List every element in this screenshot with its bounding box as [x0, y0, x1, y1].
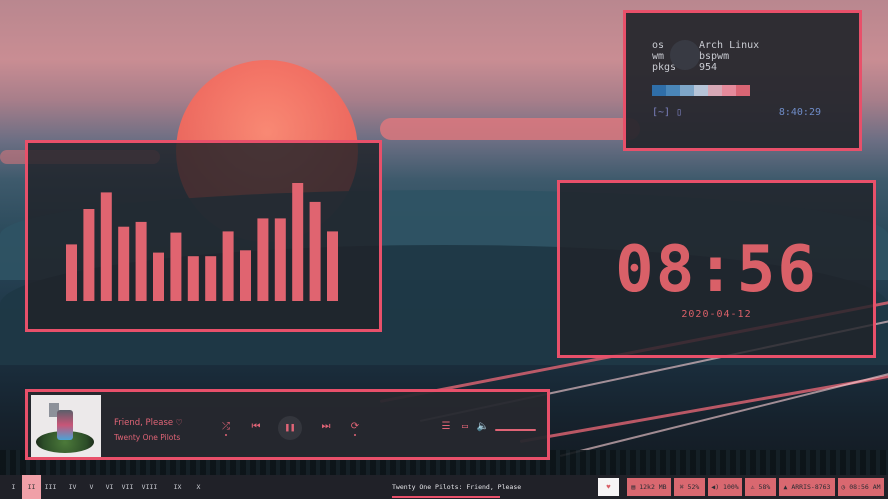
workspace-iii[interactable]: III — [41, 475, 60, 499]
workspace-iv[interactable]: IV — [63, 475, 82, 499]
cloud — [380, 118, 640, 140]
sysinfo-value: bspwm — [699, 51, 730, 62]
window-title-underline — [392, 496, 500, 498]
sysinfo-row: wm bspwm — [652, 51, 759, 62]
status-bar: I II III IV V VI VII VIII IX X Twenty One Pilots:… — [0, 475, 888, 499]
workspace-i[interactable]: I — [4, 475, 23, 499]
visualizer-bar — [135, 221, 147, 301]
sysinfo-value: 954 — [699, 62, 718, 73]
visualizer-bar — [100, 192, 112, 301]
palette-swatch — [736, 85, 750, 96]
visualizer-bar — [274, 218, 286, 301]
workspace-ii[interactable]: II — [22, 475, 41, 499]
workspace-v[interactable]: V — [82, 475, 101, 499]
light-trail — [519, 374, 888, 443]
status-module[interactable]: ⚠ 58% — [745, 478, 776, 496]
palette-swatch — [666, 85, 680, 96]
status-module[interactable]: ⌘ 52% — [674, 478, 705, 496]
visualizer-bar — [83, 209, 95, 301]
status-module[interactable]: ▤ 12k2 MB — [627, 478, 671, 496]
distro-logo — [670, 40, 700, 70]
palette-swatch — [680, 85, 694, 96]
album-art[interactable] — [31, 395, 101, 457]
visualizer-bar — [118, 226, 130, 301]
pause-button[interactable]: ❚❚ — [278, 416, 302, 440]
status-module[interactable]: ▲ ARRIS-8763 — [779, 478, 835, 496]
queue-button[interactable]: ☰ — [438, 421, 454, 432]
sysinfo-value: Arch Linux — [699, 40, 760, 51]
pause-icon: ❚❚ — [284, 423, 296, 433]
visualizer-bar — [327, 231, 338, 301]
repeat-icon: ⟳ — [350, 421, 360, 432]
next-button[interactable]: ⏭ — [318, 421, 334, 432]
workspace-vii[interactable]: VII — [118, 475, 137, 499]
active-dot — [354, 434, 356, 436]
sysinfo-terminal[interactable]: os Arch Linux wm bspwm pkgs 954 [~] ▯ 8:… — [623, 10, 862, 151]
devices-icon: ▭ — [461, 421, 469, 432]
heart-icon[interactable]: ♡ — [176, 418, 182, 429]
devices-button[interactable]: ▭ — [457, 421, 473, 432]
workspace-vi[interactable]: VI — [100, 475, 119, 499]
workspace-x[interactable]: X — [189, 475, 208, 499]
workspace-ix[interactable]: IX — [168, 475, 187, 499]
previous-icon: ⏮ — [251, 421, 261, 432]
active-dot — [225, 434, 227, 436]
status-module[interactable]: ♥ — [598, 478, 619, 496]
music-player: Friend, Please ♡ Twenty One Pilots ⤮ ⏮ ❚… — [25, 389, 550, 460]
visualizer-bar — [222, 231, 234, 301]
color-palette — [652, 85, 750, 96]
visualizer-bar — [205, 256, 217, 301]
volume-button[interactable]: 🔈 — [475, 421, 491, 432]
volume-slider[interactable] — [495, 429, 536, 431]
song-artist[interactable]: Twenty One Pilots — [114, 433, 180, 442]
visualizer-bar — [153, 252, 164, 301]
workspace-viii[interactable]: VIII — [140, 475, 159, 499]
clock-date: 2020-04-12 — [681, 309, 752, 320]
shuffle-icon: ⤮ — [222, 421, 230, 432]
queue-icon: ☰ — [441, 421, 451, 432]
clock-time: 08:56 — [615, 233, 818, 307]
visualizer-bar — [309, 201, 321, 301]
previous-button[interactable]: ⏮ — [248, 421, 264, 432]
palette-swatch — [652, 85, 666, 96]
song-title[interactable]: Friend, Please — [114, 418, 173, 428]
visualizer-bar — [240, 250, 251, 301]
album-art-figure — [57, 410, 73, 440]
visualizer-bar — [257, 218, 269, 301]
audio-visualizer — [25, 140, 382, 332]
terminal-time: 8:40:29 — [778, 107, 821, 118]
palette-swatch — [708, 85, 722, 96]
palette-swatch — [694, 85, 708, 96]
visualizer-bar — [66, 244, 77, 301]
shell-prompt[interactable]: [~] ▯ — [652, 107, 682, 118]
visualizer-svg — [66, 183, 338, 301]
volume-icon: 🔈 — [476, 421, 490, 432]
clock-widget: 08:56 2020-04-12 — [557, 180, 876, 358]
shuffle-button[interactable]: ⤮ — [218, 421, 234, 436]
status-module[interactable]: ◀) 100% — [708, 478, 742, 496]
status-module[interactable]: ◷ 08:56 AM — [838, 478, 884, 496]
sysinfo-row: pkgs 954 — [652, 62, 759, 73]
sysinfo-row: os Arch Linux — [652, 40, 759, 51]
visualizer-bar — [170, 232, 182, 301]
next-icon: ⏭ — [321, 421, 331, 432]
visualizer-bar — [187, 256, 199, 301]
sysinfo-list: os Arch Linux wm bspwm pkgs 954 — [652, 40, 759, 73]
light-trail — [559, 372, 888, 457]
visualizer-bar — [292, 183, 304, 301]
palette-swatch — [722, 85, 736, 96]
repeat-button[interactable]: ⟳ — [347, 421, 363, 436]
